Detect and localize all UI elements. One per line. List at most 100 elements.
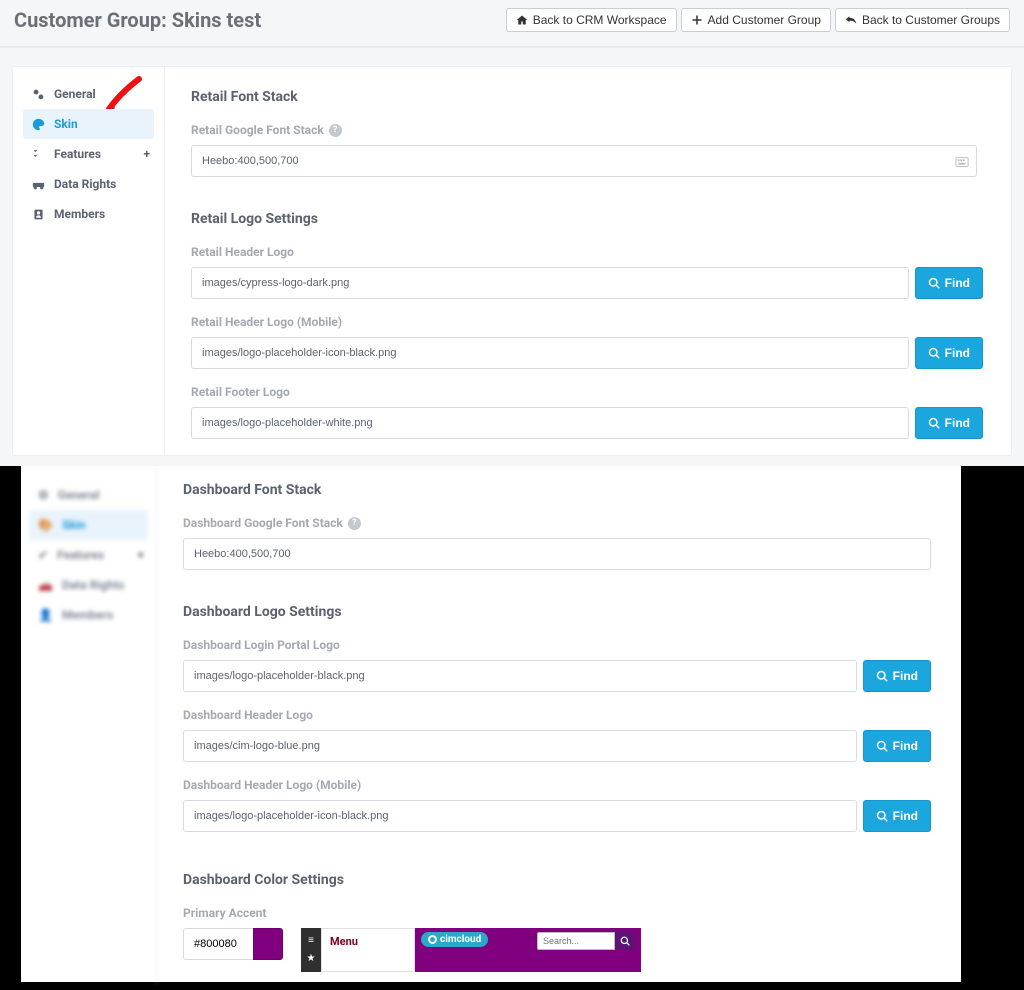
add-group-label: Add Customer Group — [708, 13, 821, 27]
dashboard-google-font-label: Dashboard Google Font Stack ? — [183, 516, 931, 530]
home-icon — [516, 14, 528, 26]
dashboard-color-section-title: Dashboard Color Settings — [183, 872, 931, 888]
retail-header-logo-label: Retail Header Logo — [191, 245, 983, 259]
sidebar-item-general[interactable]: General — [23, 79, 154, 109]
retail-header-logo-input[interactable] — [191, 267, 909, 299]
search-icon — [928, 417, 940, 429]
find-label: Find — [893, 739, 918, 753]
dashboard-header-logo-mobile-input[interactable] — [183, 800, 857, 832]
sidebar-item-features[interactable]: Features + — [23, 139, 154, 169]
preview-brand-logo: cimcloud — [421, 932, 488, 947]
primary-accent-picker[interactable] — [183, 928, 283, 960]
back-groups-button[interactable]: Back to Customer Groups — [835, 8, 1010, 32]
sidebar-item-label: General — [54, 87, 96, 101]
retail-header-logo-mobile-input[interactable] — [191, 337, 909, 369]
sidebar-item-label: Data Rights — [62, 578, 124, 592]
dashboard-header-logo-input[interactable] — [183, 730, 857, 762]
find-label: Find — [945, 346, 970, 360]
preview-search — [537, 932, 635, 950]
dashboard-header-logo-label: Dashboard Header Logo — [183, 708, 931, 722]
retail-header-logo-mobile-label: Retail Header Logo (Mobile) — [191, 315, 983, 329]
help-icon[interactable]: ? — [329, 124, 342, 137]
retail-footer-logo-label: Retail Footer Logo — [191, 385, 983, 399]
keyboard-icon — [955, 154, 969, 173]
dashboard-logo-section-title: Dashboard Logo Settings — [183, 604, 931, 620]
user-icon — [32, 208, 45, 221]
sidebar-item-label: Skin — [54, 117, 78, 131]
preview-brand-text: cimcloud — [440, 934, 481, 945]
content-area: Dashboard Font Stack Dashboard Google Fo… — [157, 466, 961, 982]
preview-rail: ≡ ★ — [301, 928, 321, 972]
car-icon — [32, 178, 45, 191]
dashboard-google-font-input[interactable] — [183, 538, 931, 570]
dashboard-panel: ⚙ General 🎨 Skin ✔ Features + 🚗 Data Rig… — [21, 466, 961, 982]
main-panel: General Skin Features + Data Rights Memb… — [12, 66, 1012, 456]
gears-icon — [32, 88, 45, 101]
sidebar-item-label: Features — [57, 548, 104, 562]
find-button[interactable]: Find — [863, 730, 931, 762]
preview-search-input[interactable] — [537, 932, 615, 950]
sidebar-item-members[interactable]: 👤 Members — [29, 600, 148, 630]
find-label: Find — [893, 669, 918, 683]
sidebar-blurred: ⚙ General 🎨 Skin ✔ Features + 🚗 Data Rig… — [21, 466, 157, 982]
search-icon — [876, 810, 888, 822]
sidebar-item-data-rights[interactable]: Data Rights — [23, 169, 154, 199]
retail-google-font-label: Retail Google Font Stack ? — [191, 123, 983, 137]
palette-icon — [32, 118, 45, 131]
sidebar-item-label: Data Rights — [54, 177, 116, 191]
theme-preview: ≡ ★ Menu cimcloud — [301, 928, 641, 972]
sidebar-item-label: Skin — [62, 518, 86, 532]
back-groups-label: Back to Customer Groups — [862, 13, 1000, 27]
find-label: Find — [945, 416, 970, 430]
back-workspace-button[interactable]: Back to CRM Workspace — [506, 8, 677, 32]
sidebar-item-label: General — [58, 488, 100, 502]
find-button[interactable]: Find — [915, 267, 983, 299]
dashboard-header-logo-mobile-label: Dashboard Header Logo (Mobile) — [183, 778, 931, 792]
topbar-actions: Back to CRM Workspace Add Customer Group… — [506, 8, 1010, 32]
retail-footer-logo-input[interactable] — [191, 407, 909, 439]
find-button[interactable]: Find — [863, 660, 931, 692]
retail-logo-section-title: Retail Logo Settings — [191, 211, 983, 227]
preview-menu-label: Menu — [322, 929, 414, 954]
second-screenshot-wrap: ⚙ General 🎨 Skin ✔ Features + 🚗 Data Rig… — [0, 466, 1024, 990]
retail-google-font-input[interactable] — [191, 145, 977, 177]
preview-menu-panel: Menu — [321, 928, 415, 972]
dashboard-font-section-title: Dashboard Font Stack — [183, 482, 931, 498]
field-label-text: Retail Google Font Stack — [191, 123, 324, 137]
expand-icon[interactable]: + — [143, 147, 150, 161]
find-button[interactable]: Find — [915, 337, 983, 369]
search-icon — [928, 347, 940, 359]
sidebar-item-general[interactable]: ⚙ General — [29, 480, 148, 510]
help-icon[interactable]: ? — [348, 517, 361, 530]
retail-font-section-title: Retail Font Stack — [191, 89, 983, 105]
preview-search-button[interactable] — [615, 932, 635, 950]
add-group-button[interactable]: Add Customer Group — [681, 8, 831, 32]
sidebar-item-data-rights[interactable]: 🚗 Data Rights — [29, 570, 148, 600]
dashboard-login-logo-input[interactable] — [183, 660, 857, 692]
sidebar-item-label: Features — [54, 147, 101, 161]
search-icon — [876, 740, 888, 752]
find-label: Find — [945, 276, 970, 290]
sidebar-item-label: Members — [62, 608, 113, 622]
primary-accent-label: Primary Accent — [183, 906, 931, 920]
sidebar-item-label: Members — [54, 207, 105, 221]
sidebar-item-features[interactable]: ✔ Features + — [29, 540, 148, 570]
search-icon — [620, 936, 630, 946]
sidebar: General Skin Features + Data Rights Memb… — [13, 67, 165, 455]
find-label: Find — [893, 809, 918, 823]
sidebar-item-members[interactable]: Members — [23, 199, 154, 229]
search-icon — [928, 277, 940, 289]
sidebar-item-skin[interactable]: 🎨 Skin — [29, 510, 148, 540]
dashboard-login-logo-label: Dashboard Login Portal Logo — [183, 638, 931, 652]
primary-accent-input[interactable] — [183, 928, 253, 960]
sidebar-item-skin[interactable]: Skin — [23, 109, 154, 139]
hamburger-icon: ≡ — [308, 936, 314, 946]
field-label-text: Dashboard Google Font Stack — [183, 516, 343, 530]
find-button[interactable]: Find — [915, 407, 983, 439]
star-icon: ★ — [307, 954, 316, 964]
content-area: Retail Font Stack Retail Google Font Sta… — [165, 67, 1011, 455]
plus-icon — [691, 14, 703, 26]
reply-icon — [845, 14, 857, 26]
color-swatch[interactable] — [253, 928, 283, 960]
find-button[interactable]: Find — [863, 800, 931, 832]
